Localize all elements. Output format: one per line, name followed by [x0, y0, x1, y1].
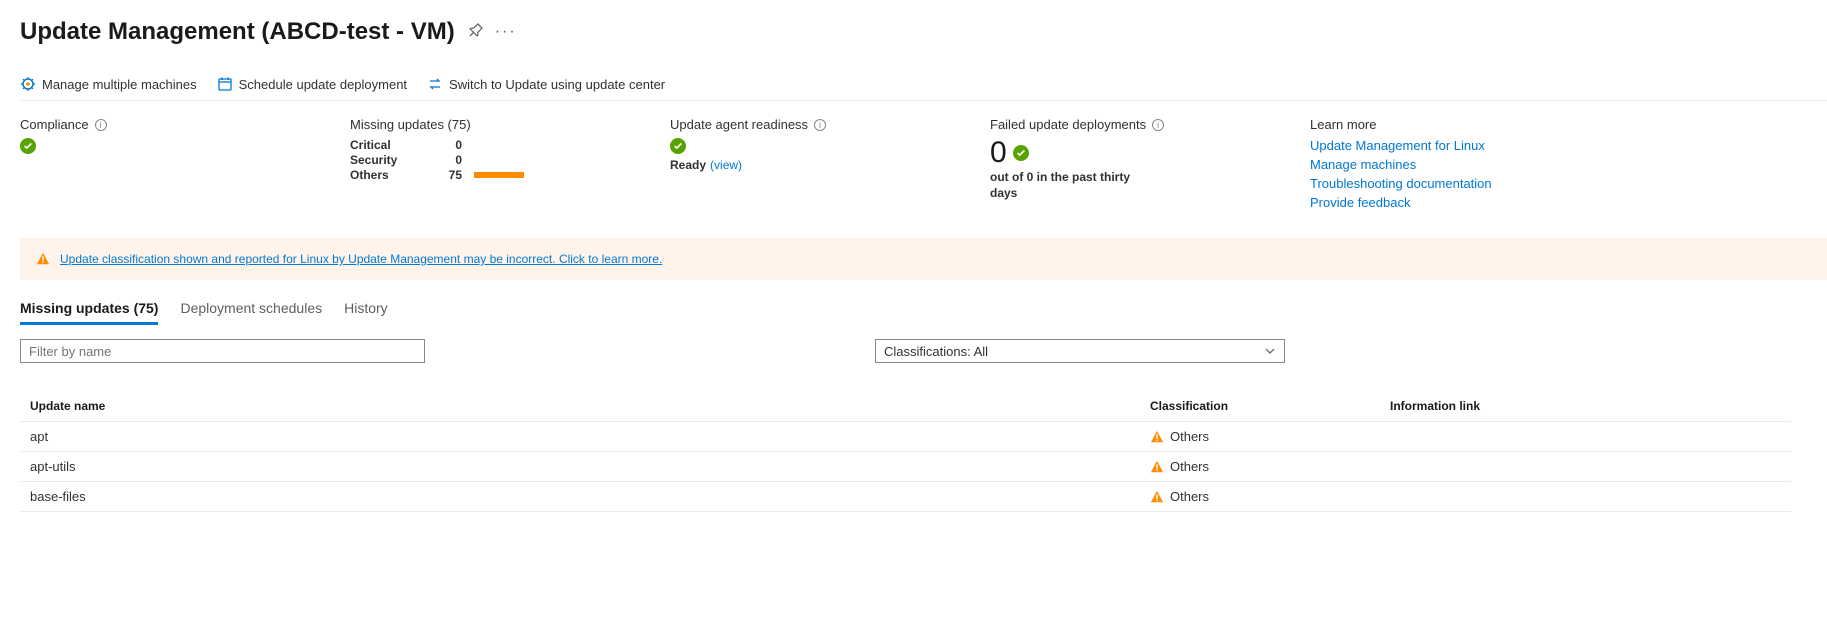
updates-table: Update name Classification Information l… [20, 391, 1791, 512]
column-header-classification[interactable]: Classification [1140, 391, 1380, 422]
table-row[interactable]: base-filesOthers [20, 482, 1791, 512]
missing-row: Critical 0 [350, 138, 630, 152]
learn-more-link[interactable]: Troubleshooting documentation [1310, 176, 1550, 191]
switch-update-center-label: Switch to Update using update center [449, 77, 665, 92]
missing-row-label: Critical [350, 138, 430, 152]
title-prefix: Update Management ( [20, 18, 269, 45]
tab-strip: Missing updates (75) Deployment schedule… [20, 300, 1827, 325]
cell-info-link [1380, 422, 1791, 452]
cell-classification: Others [1140, 482, 1380, 512]
filter-row: Classifications: All [20, 339, 1827, 363]
compliance-label: Compliance [20, 117, 89, 132]
info-icon[interactable]: i [95, 119, 107, 131]
title-resource: ABCD [269, 18, 338, 45]
missing-row-bar [474, 157, 524, 163]
command-bar: Manage multiple machines Schedule update… [20, 70, 1827, 101]
classifications-dropdown-label: Classifications: All [884, 344, 988, 359]
check-icon [670, 138, 686, 154]
missing-updates-tile: Missing updates (75) Critical0Security0O… [350, 117, 670, 214]
missing-updates-label: Missing updates (75) [350, 117, 471, 132]
learn-more-tile: Learn more Update Management for Linux Ma… [1310, 117, 1590, 214]
agent-readiness-label: Update agent readiness [670, 117, 808, 132]
schedule-deployment-button[interactable]: Schedule update deployment [217, 76, 407, 92]
summary-tiles: Compliance i Missing updates (75) Critic… [20, 113, 1827, 238]
agent-ready-text: Ready [670, 158, 706, 172]
filter-name-input[interactable] [20, 339, 425, 363]
info-icon[interactable]: i [814, 119, 826, 131]
manage-machines-label: Manage multiple machines [42, 77, 197, 92]
swap-icon [427, 76, 443, 92]
column-header-name[interactable]: Update name [20, 391, 1140, 422]
missing-row-label: Security [350, 153, 430, 167]
missing-row-label: Others [350, 168, 430, 182]
agent-view-link[interactable]: (view) [710, 158, 742, 172]
cell-info-link [1380, 452, 1791, 482]
failed-deployments-label: Failed update deployments [990, 117, 1146, 132]
page-title: Update Management (ABCD-test - VM) [20, 18, 455, 46]
tab-history[interactable]: History [344, 300, 388, 325]
classifications-dropdown[interactable]: Classifications: All [875, 339, 1285, 363]
title-suffix: -test - VM) [339, 18, 455, 45]
gear-icon [20, 76, 36, 92]
cell-update-name: apt [20, 422, 1140, 452]
tab-missing-updates[interactable]: Missing updates (75) [20, 300, 158, 325]
cell-classification: Others [1140, 452, 1380, 482]
missing-row-value: 0 [442, 138, 462, 152]
warning-icon [36, 252, 50, 266]
chevron-down-icon [1264, 345, 1276, 357]
missing-row-value: 0 [442, 153, 462, 167]
warning-icon [1150, 430, 1164, 444]
cell-update-name: apt-utils [20, 452, 1140, 482]
warning-icon [1150, 460, 1164, 474]
table-row[interactable]: apt-utilsOthers [20, 452, 1791, 482]
cell-update-name: base-files [20, 482, 1140, 512]
tab-deployment-schedules[interactable]: Deployment schedules [180, 300, 322, 325]
failed-count: 0 [990, 138, 1007, 168]
compliance-tile: Compliance i [20, 117, 350, 214]
cell-info-link [1380, 482, 1791, 512]
warning-icon [1150, 490, 1164, 504]
failed-deployments-tile: Failed update deployments i 0 out of 0 i… [990, 117, 1310, 214]
missing-row-bar [474, 172, 524, 178]
learn-more-label: Learn more [1310, 117, 1376, 132]
table-row[interactable]: aptOthers [20, 422, 1791, 452]
missing-row: Others 75 [350, 168, 630, 182]
check-icon [1013, 145, 1029, 161]
more-icon[interactable]: ··· [495, 23, 517, 41]
switch-update-center-button[interactable]: Switch to Update using update center [427, 76, 665, 92]
page-header: Update Management (ABCD-test - VM) ··· [20, 18, 1827, 46]
info-icon[interactable]: i [1152, 119, 1164, 131]
manage-machines-button[interactable]: Manage multiple machines [20, 76, 197, 92]
learn-more-link[interactable]: Manage machines [1310, 157, 1550, 172]
cell-classification: Others [1140, 422, 1380, 452]
missing-row: Security 0 [350, 153, 630, 167]
pin-icon[interactable] [467, 23, 483, 42]
warning-link[interactable]: Update classification shown and reported… [60, 252, 662, 266]
warning-banner: Update classification shown and reported… [20, 238, 1827, 280]
learn-more-link[interactable]: Provide feedback [1310, 195, 1550, 210]
check-icon [20, 138, 36, 154]
failed-subtext: out of 0 in the past thirty days [990, 170, 1140, 201]
learn-more-link[interactable]: Update Management for Linux [1310, 138, 1550, 153]
schedule-deployment-label: Schedule update deployment [239, 77, 407, 92]
column-header-info[interactable]: Information link [1380, 391, 1791, 422]
agent-readiness-tile: Update agent readiness i Ready (view) [670, 117, 990, 214]
missing-row-value: 75 [442, 168, 462, 182]
missing-row-bar [474, 142, 524, 148]
calendar-icon [217, 76, 233, 92]
